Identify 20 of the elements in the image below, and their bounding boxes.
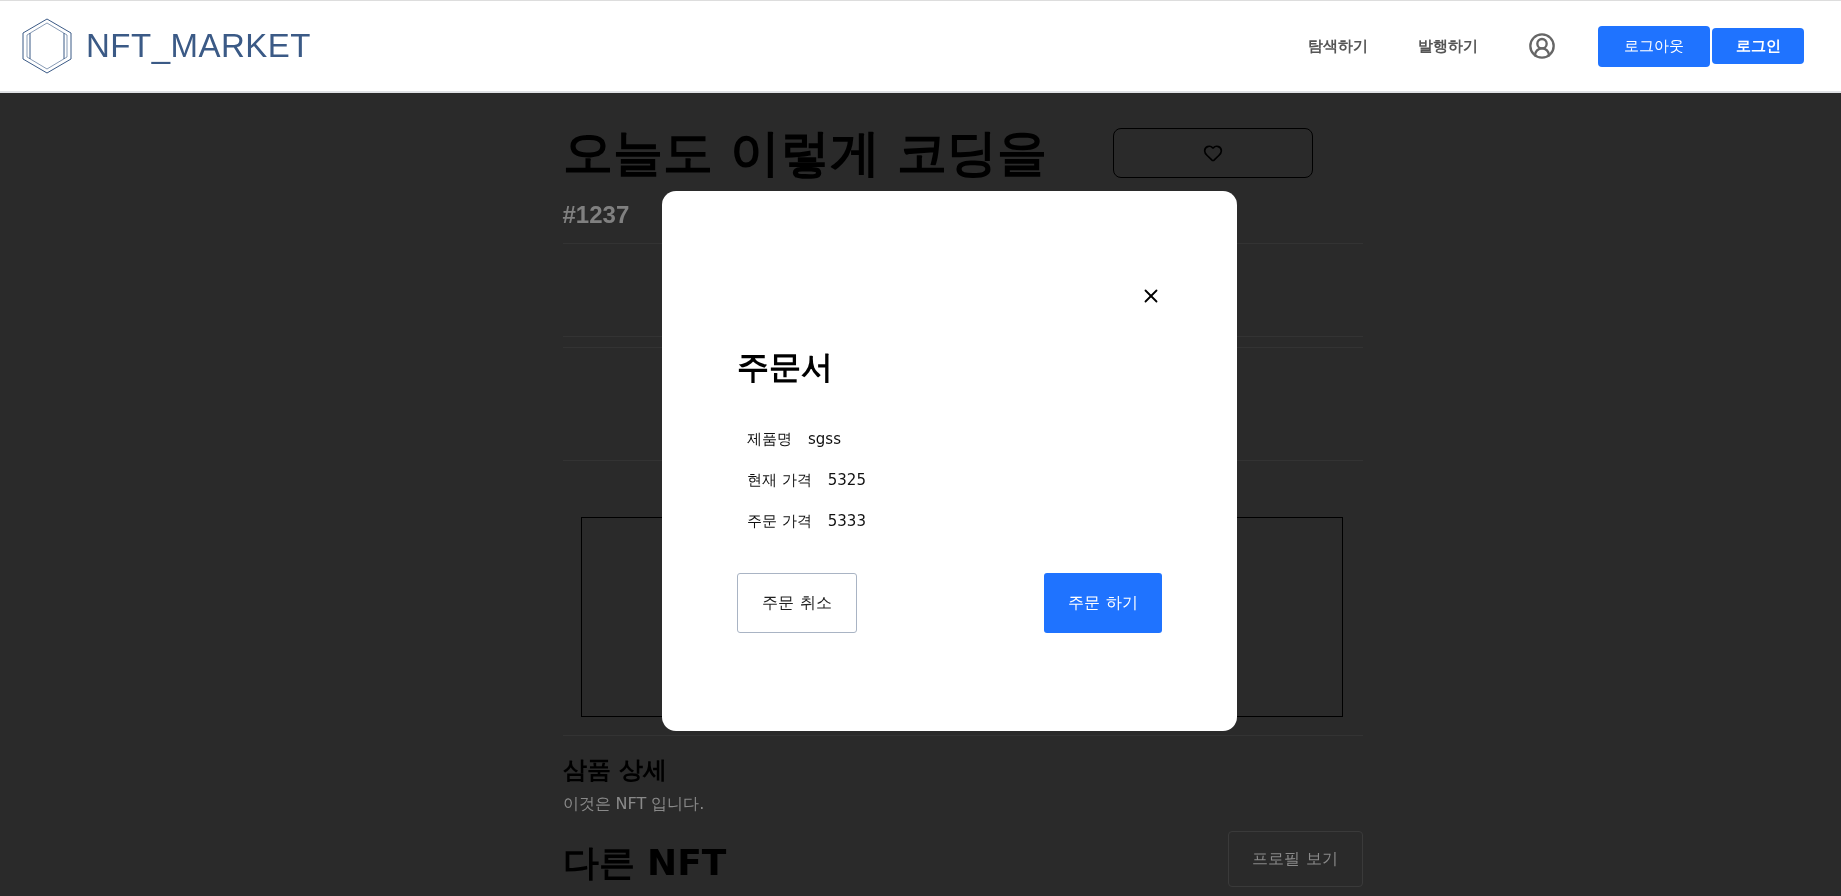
logo-text: NFT_MARKET (86, 27, 311, 65)
token-id: #1237 (562, 201, 631, 229)
nav-link[interactable]: 발행하기 (1418, 36, 1478, 56)
field-value: sgss (808, 430, 841, 449)
place-order-button[interactable]: 주문 하기 (1044, 573, 1162, 633)
field-label: 주문 가격 (747, 512, 812, 531)
heart-icon (1202, 143, 1223, 163)
user-profile-icon[interactable] (1528, 32, 1556, 60)
logout-button[interactable]: 로그아웃 (1598, 25, 1710, 67)
dialog-title: 주문서 (737, 347, 834, 388)
field-value: 5333 (827, 512, 866, 531)
field-label: 현재 가격 (747, 471, 812, 490)
profile-button[interactable]: 프로필 보기 (1227, 831, 1363, 887)
description-text: 이것은 NFT 입니다. (562, 794, 706, 815)
field-value: 5325 (827, 471, 866, 490)
hexagon-logo-icon (22, 18, 72, 74)
cancel-order-button[interactable]: 주문 취소 (737, 573, 857, 633)
nav-link[interactable]: 탐색하기 (1308, 36, 1368, 56)
field-label: 제품명 (747, 430, 792, 449)
login-button[interactable]: 로그인 (1712, 28, 1804, 64)
